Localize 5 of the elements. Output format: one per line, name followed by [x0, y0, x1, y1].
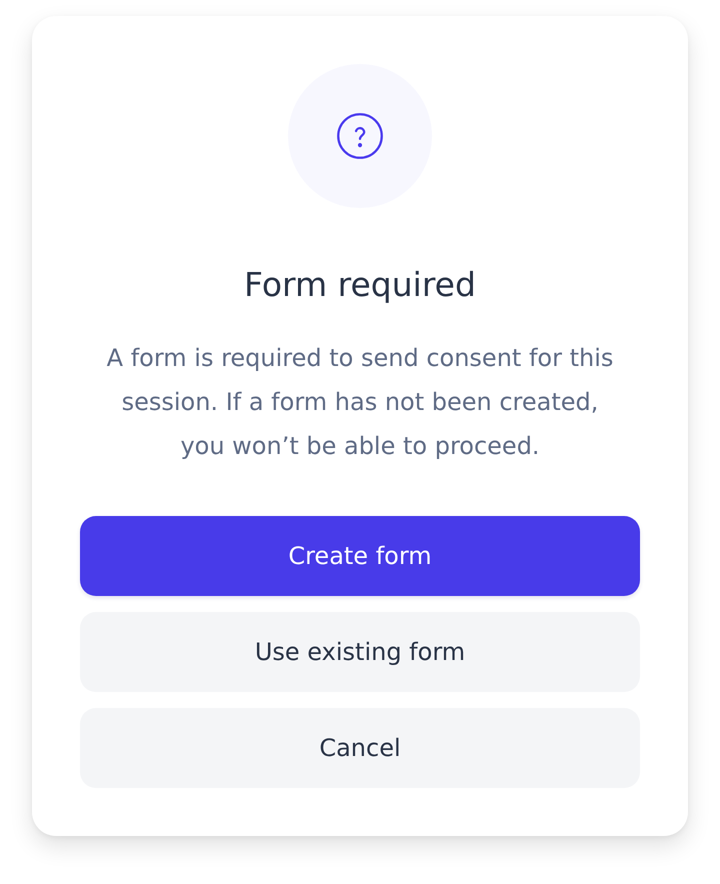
primary-button[interactable]: Create form: [80, 516, 640, 596]
secondary-button[interactable]: Use existing form: [80, 612, 640, 692]
secondary-button[interactable]: Cancel: [80, 708, 640, 788]
dialog-message: A form is required to send consent for this session. If a form has not been created, you won’t be able to proceed.: [106, 343, 614, 462]
dialog-title: Form required: [244, 264, 476, 306]
